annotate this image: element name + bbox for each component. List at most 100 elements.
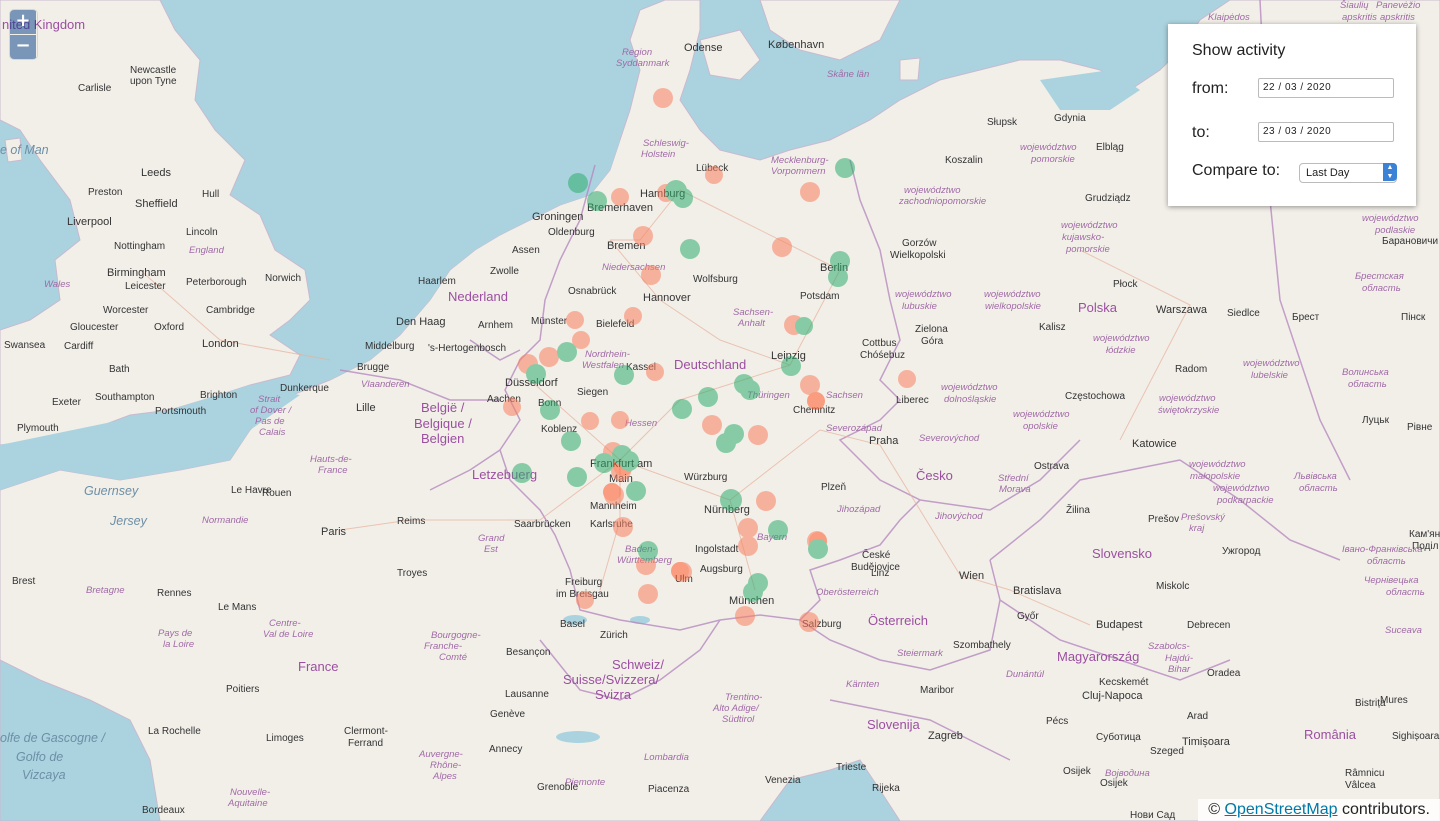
svg-text:podlaskie: podlaskie [1374,225,1415,236]
svg-text:Golfo de: Golfo de [16,750,63,764]
svg-text:Hauts-de-: Hauts-de- [310,454,352,465]
panel-title: Show activity [1192,42,1286,59]
zoom-out-button[interactable]: − [10,35,36,59]
svg-text:Venezia: Venezia [765,775,801,786]
to-date-input[interactable]: 23 / 03 / 2020 [1258,122,1394,142]
svg-text:Annecy: Annecy [489,744,522,755]
svg-text:Cambridge: Cambridge [206,305,255,316]
svg-text:Prešov: Prešov [1148,514,1179,525]
svg-text:Clermont-: Clermont- [344,726,388,737]
svg-text:Suisse/Svizzera/: Suisse/Svizzera/ [563,672,659,687]
svg-text:świętokrzyskie: świętokrzyskie [1158,405,1219,416]
svg-text:Szeged: Szeged [1150,746,1184,757]
svg-text:Plzeň: Plzeň [821,482,846,493]
svg-text:pomorskie: pomorskie [1030,154,1075,165]
svg-text:Timișoara: Timișoara [1182,736,1231,748]
openstreetmap-link[interactable]: OpenStreetMap [1225,801,1338,818]
svg-text:Calais: Calais [259,427,286,438]
svg-text:Liverpool: Liverpool [67,216,112,228]
svg-text:Arad: Arad [1187,711,1208,722]
svg-text:Swansea: Swansea [4,340,46,351]
svg-text:Kalisz: Kalisz [1039,322,1066,333]
svg-text:Saarbrücken: Saarbrücken [514,519,571,530]
svg-text:France: France [318,465,348,476]
svg-text:małopolskie: małopolskie [1190,471,1240,482]
svg-text:Limoges: Limoges [266,733,304,744]
copyright-symbol: © [1208,801,1221,818]
svg-text:apskritis: apskritis [1342,12,1377,23]
svg-text:Cottbus: Cottbus [862,338,896,349]
svg-text:Potsdam: Potsdam [800,291,839,302]
svg-text:Sachsen: Sachsen [826,390,863,401]
to-label: to: [1192,124,1210,141]
svg-text:Debrecen: Debrecen [1187,620,1230,631]
svg-text:Івано-Франківська: Івано-Франківська [1342,544,1423,555]
svg-text:Plymouth: Plymouth [17,423,59,434]
compare-select[interactable]: Last Day ▲ ▼ [1299,163,1397,183]
svg-text:Praha: Praha [869,435,899,447]
svg-text:e of Man: e of Man [0,143,49,157]
svg-text:Hessen: Hessen [625,418,657,429]
svg-text:Freiburg: Freiburg [565,577,602,588]
svg-text:Prešovský: Prešovský [1181,512,1226,523]
svg-text:Mecklenburg-: Mecklenburg- [771,155,829,166]
svg-text:Den Haag: Den Haag [396,316,446,328]
svg-text:Кам'ян: Кам'ян [1409,529,1440,540]
svg-text:Nordrhein-: Nordrhein- [585,349,630,360]
svg-text:województwo: województwo [1093,333,1150,344]
svg-text:Oberösterreich: Oberösterreich [816,587,879,598]
svg-text:Суботица: Суботица [1096,731,1141,743]
svg-text:France: France [298,659,338,674]
svg-text:België /: België / [421,400,465,415]
svg-text:Portsmouth: Portsmouth [155,406,206,417]
svg-text:Brest: Brest [12,576,36,587]
compare-select-value: Last Day [1306,167,1350,179]
svg-text:Cardiff: Cardiff [64,341,93,352]
svg-text:Polska: Polska [1078,300,1118,315]
svg-text:Vlaanderen: Vlaanderen [361,379,410,390]
svg-text:Hull: Hull [202,189,219,200]
svg-text:Val de Loire: Val de Loire [263,629,313,640]
svg-text:Pas de: Pas de [255,416,285,427]
zoom-in-button[interactable]: + [10,10,36,34]
svg-text:Poitiers: Poitiers [226,684,259,695]
svg-text:Piacenza: Piacenza [648,784,690,795]
svg-text:Wielkopolski: Wielkopolski [890,250,946,261]
svg-text:Centre-: Centre- [269,618,301,629]
svg-text:Mures: Mures [1380,695,1408,706]
svg-text:Alto Adige/: Alto Adige/ [712,703,760,714]
svg-text:Warszawa: Warszawa [1156,304,1208,316]
svg-text:Ferrand: Ferrand [348,738,383,749]
svg-text:Vizcaya: Vizcaya [22,768,66,782]
svg-text:województwo: województwo [1013,409,1070,420]
svg-text:Dunántúl: Dunántúl [1006,669,1045,680]
from-date-input[interactable]: 22 / 03 / 2020 [1258,78,1394,98]
zoom-control: + − [10,10,37,59]
svg-text:Slovensko: Slovensko [1092,546,1152,561]
svg-text:Брестская: Брестская [1355,271,1404,282]
svg-text:Pays de: Pays de [158,628,192,639]
svg-text:Newcastle: Newcastle [130,65,177,76]
svg-text:Wien: Wien [959,570,984,582]
svg-text:Peterborough: Peterborough [186,277,247,288]
svg-text:Dunkerque: Dunkerque [280,383,329,394]
svg-text:Cluj-Napoca: Cluj-Napoca [1082,690,1143,702]
svg-text:Kärnten: Kärnten [846,679,879,690]
svg-text:Aquitaine: Aquitaine [227,798,268,809]
svg-text:область: область [1362,283,1401,294]
svg-text:Southampton: Southampton [95,392,155,403]
svg-text:Middelburg: Middelburg [365,341,414,352]
svg-text:область: область [1299,483,1338,494]
svg-text:Bihar: Bihar [1168,664,1191,675]
svg-text:Ужгород: Ужгород [1222,546,1261,557]
svg-text:dolnośląskie: dolnośląskie [944,394,996,405]
svg-text:Groningen: Groningen [532,211,583,223]
activity-panel: Show activity from: 22 / 03 / 2020 to: 2… [1168,24,1416,206]
svg-text:Siedlce: Siedlce [1227,308,1260,319]
svg-text:Guernsey: Guernsey [84,484,139,498]
svg-text:Le Mans: Le Mans [218,602,256,613]
svg-text:České: České [862,548,891,561]
svg-text:Budapest: Budapest [1096,619,1142,631]
svg-text:Reims: Reims [397,516,425,527]
svg-text:kujawsko-: kujawsko- [1062,232,1104,243]
